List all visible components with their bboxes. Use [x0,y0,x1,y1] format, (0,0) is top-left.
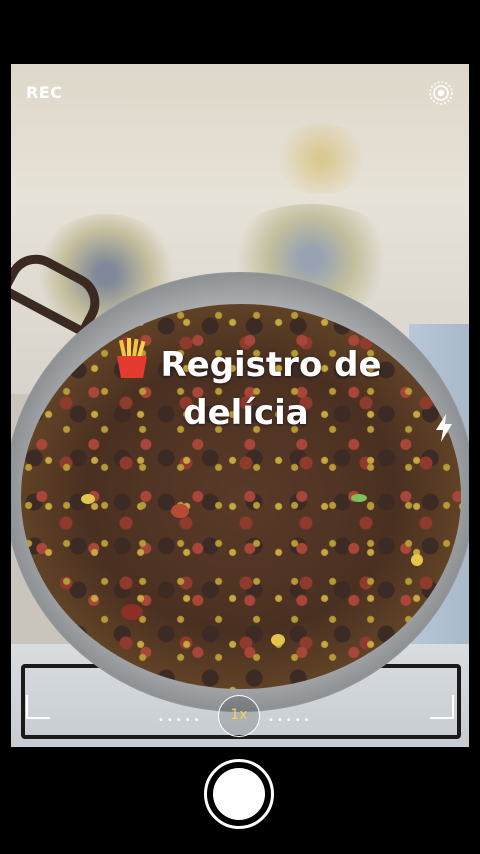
sticker-text-line-2: delícia [183,393,309,433]
cloth-pattern [271,124,371,194]
food-speck [411,554,423,566]
zoom-button[interactable]: 1x [218,695,260,737]
zoom-scale-left[interactable]: ••••• [158,715,203,726]
live-photo-icon[interactable] [428,80,454,106]
rec-label: REC [26,83,63,102]
flash-icon[interactable] [432,412,456,444]
frame-corner-bottom-right [430,695,454,719]
shutter-button[interactable] [204,759,274,829]
food-speck [81,494,95,504]
food-speck [351,494,367,502]
frame-corner-bottom-left [26,695,50,719]
shutter-button-inner [213,768,265,820]
fries-icon [117,338,148,378]
story-sticker[interactable]: Registro de delícia [96,336,396,437]
food-speck [171,504,189,518]
sticker-text-line-1: Registro de [160,345,382,385]
food-speck [271,634,285,646]
sticker-line-1: Registro de [96,336,396,389]
zoom-scale-right[interactable]: ••••• [268,715,313,726]
food-speck [121,604,143,620]
